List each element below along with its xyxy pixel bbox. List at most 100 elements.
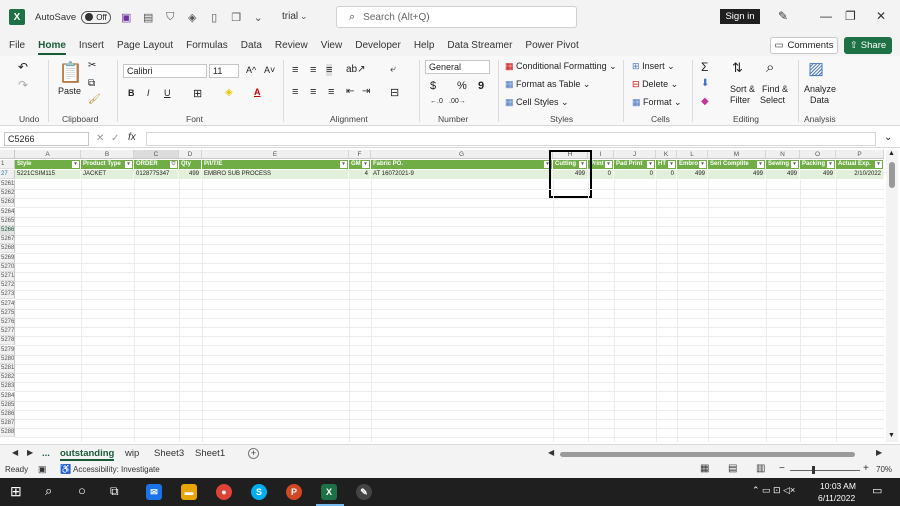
font-name-select[interactable]: Calibri	[123, 64, 207, 78]
table-cell[interactable]: 0128775347	[134, 170, 179, 179]
more-sheets-button[interactable]: ...	[42, 448, 50, 459]
tab-power-pivot[interactable]: Power Pivot	[525, 40, 578, 51]
fill-icon[interactable]: ⬇	[701, 78, 709, 89]
prev-sheet-icon[interactable]: ◀	[12, 448, 18, 457]
tab-page-layout[interactable]: Page Layout	[117, 40, 173, 51]
horizontal-scroll-thumb[interactable]	[560, 452, 855, 457]
comma-button[interactable]: 9	[478, 80, 484, 92]
task-view-icon[interactable]: ⧉	[110, 484, 119, 499]
vertical-scrollbar[interactable]: ▲ ▼	[886, 150, 898, 442]
normal-view-icon[interactable]: ▦	[700, 463, 709, 474]
filter-dropdown-icon[interactable]: ▾	[72, 161, 79, 168]
mail-app-icon[interactable]: ✉	[146, 484, 162, 500]
column-header[interactable]: L	[677, 150, 708, 159]
column-header[interactable]: E	[202, 150, 349, 159]
notification-icon[interactable]: ▭	[872, 484, 882, 497]
filter-dropdown-icon[interactable]: ▾	[647, 161, 654, 168]
chrome-icon[interactable]: ●	[216, 484, 232, 500]
enter-icon[interactable]: ✓	[111, 133, 119, 144]
currency-button[interactable]: $	[430, 80, 436, 92]
column-header[interactable]: F	[349, 150, 371, 159]
align-middle-icon[interactable]: ≡	[310, 64, 316, 76]
increase-indent-icon[interactable]: ⇥	[362, 86, 370, 97]
table-header-cell[interactable]: GM ▾	[349, 160, 371, 169]
scroll-thumb[interactable]	[889, 162, 895, 188]
sheet-tab-sheet1[interactable]: Sheet1	[195, 448, 225, 459]
row-header[interactable]: 5279	[0, 345, 15, 355]
row-header[interactable]: 5278	[0, 336, 15, 346]
filter-dropdown-icon[interactable]: ▾	[668, 161, 675, 168]
table-header-cell[interactable]: Pad Print ▾	[614, 160, 656, 169]
table-cell[interactable]: 0	[656, 170, 677, 179]
sheet-tab-outstanding[interactable]: outstanding	[60, 448, 115, 461]
scroll-up-icon[interactable]: ▲	[888, 150, 895, 157]
zoom-slider-thumb[interactable]	[812, 466, 815, 474]
filter-dropdown-icon[interactable]: ▾	[827, 161, 834, 168]
accessibility-icon[interactable]: ♿	[60, 464, 71, 475]
italic-button[interactable]: I	[147, 88, 150, 98]
align-top-icon[interactable]: ≡	[292, 64, 298, 76]
analyze-data-label[interactable]: Analyze	[804, 84, 836, 94]
decrease-decimal-icon[interactable]: .00→	[449, 98, 466, 105]
find-select-label-2[interactable]: Select	[760, 95, 785, 105]
filter-dropdown-icon[interactable]: ▾	[362, 161, 369, 168]
paste-icon[interactable]: 📋	[58, 60, 83, 85]
form-icon[interactable]: ▤	[141, 11, 155, 24]
row-header[interactable]: 5284	[0, 391, 15, 401]
table-cell[interactable]: 5221CSIM115	[15, 170, 81, 179]
column-header[interactable]: J	[614, 150, 656, 159]
cell-styles-button[interactable]: ▦ Cell Styles ⌄	[505, 97, 569, 108]
row-header[interactable]: 5271	[0, 272, 15, 281]
skype-icon[interactable]: S	[251, 484, 267, 500]
row-header[interactable]: 5282	[0, 373, 15, 383]
table-header-cell[interactable]: Seri Complite ▾	[708, 160, 766, 169]
tab-developer[interactable]: Developer	[355, 40, 401, 51]
row-header[interactable]: 5269	[0, 253, 15, 263]
table-header-cell[interactable]: Actual Exp. ▾	[836, 160, 884, 169]
table-header-cell[interactable]: Style ▾	[15, 160, 81, 169]
increase-decimal-icon[interactable]: ←.0	[430, 98, 443, 105]
sign-in-button[interactable]: Sign in	[720, 9, 760, 24]
row-header[interactable]: 5267	[0, 235, 15, 245]
sort-filter-label[interactable]: Sort &	[730, 84, 755, 94]
find-select-icon[interactable]: ⌕	[766, 59, 774, 76]
filter-dropdown-icon[interactable]: ▾	[791, 161, 798, 168]
tab-data-streamer[interactable]: Data Streamer	[447, 40, 512, 51]
row-header[interactable]: 5287	[0, 419, 15, 429]
table-header-cell[interactable]: Packing ▾	[800, 160, 836, 169]
align-right-icon[interactable]: ≡	[328, 86, 334, 98]
autosum-icon[interactable]: Σ	[701, 60, 708, 74]
file-explorer-icon[interactable]: ▬	[181, 484, 197, 500]
filter-dropdown-icon[interactable]: ▾	[125, 161, 132, 168]
row-header[interactable]: 5283	[0, 382, 15, 392]
row-header[interactable]: 5272	[0, 281, 15, 291]
table-cell[interactable]: 499	[677, 170, 708, 179]
tab-formulas[interactable]: Formulas	[186, 40, 228, 51]
row-header[interactable]: 5262	[0, 189, 15, 199]
format-as-table-button[interactable]: ▦ Format as Table ⌄	[505, 79, 590, 90]
row-header[interactable]: 5273	[0, 290, 15, 300]
align-bottom-icon[interactable]: ≡	[326, 64, 333, 76]
zoom-out-icon[interactable]: −	[779, 463, 785, 474]
row-header[interactable]: 5261	[0, 180, 15, 189]
customize-toolbar-icon[interactable]: ⌄	[251, 11, 265, 24]
table-header-cell[interactable]: Embro ▾	[677, 160, 708, 169]
row-header[interactable]: 5288	[0, 428, 15, 438]
tab-help[interactable]: Help	[414, 40, 435, 51]
accessibility-status[interactable]: Accessibility: Investigate	[73, 465, 160, 474]
macro-record-icon[interactable]: ▣	[38, 464, 47, 475]
tab-view[interactable]: View	[321, 40, 343, 51]
filter-dropdown-icon[interactable]: ▾	[875, 161, 882, 168]
page-break-view-icon[interactable]: ▥	[756, 463, 765, 474]
file-name[interactable]: trial	[282, 11, 298, 22]
zoom-in-icon[interactable]: +	[863, 463, 869, 474]
decrease-indent-icon[interactable]: ⇤	[346, 86, 354, 97]
filter-icon[interactable]: ⛉	[163, 11, 177, 24]
formula-input[interactable]	[146, 132, 876, 146]
decrease-font-icon[interactable]: A˅	[264, 65, 275, 75]
restore-icon[interactable]: ❐	[845, 9, 856, 23]
pen-icon[interactable]: ✎	[778, 9, 788, 23]
fill-color-icon[interactable]: ◈	[225, 87, 233, 98]
table-cell[interactable]: 2/10/2022	[836, 170, 884, 179]
table-header-cell[interactable]: HT ▾	[656, 160, 677, 169]
